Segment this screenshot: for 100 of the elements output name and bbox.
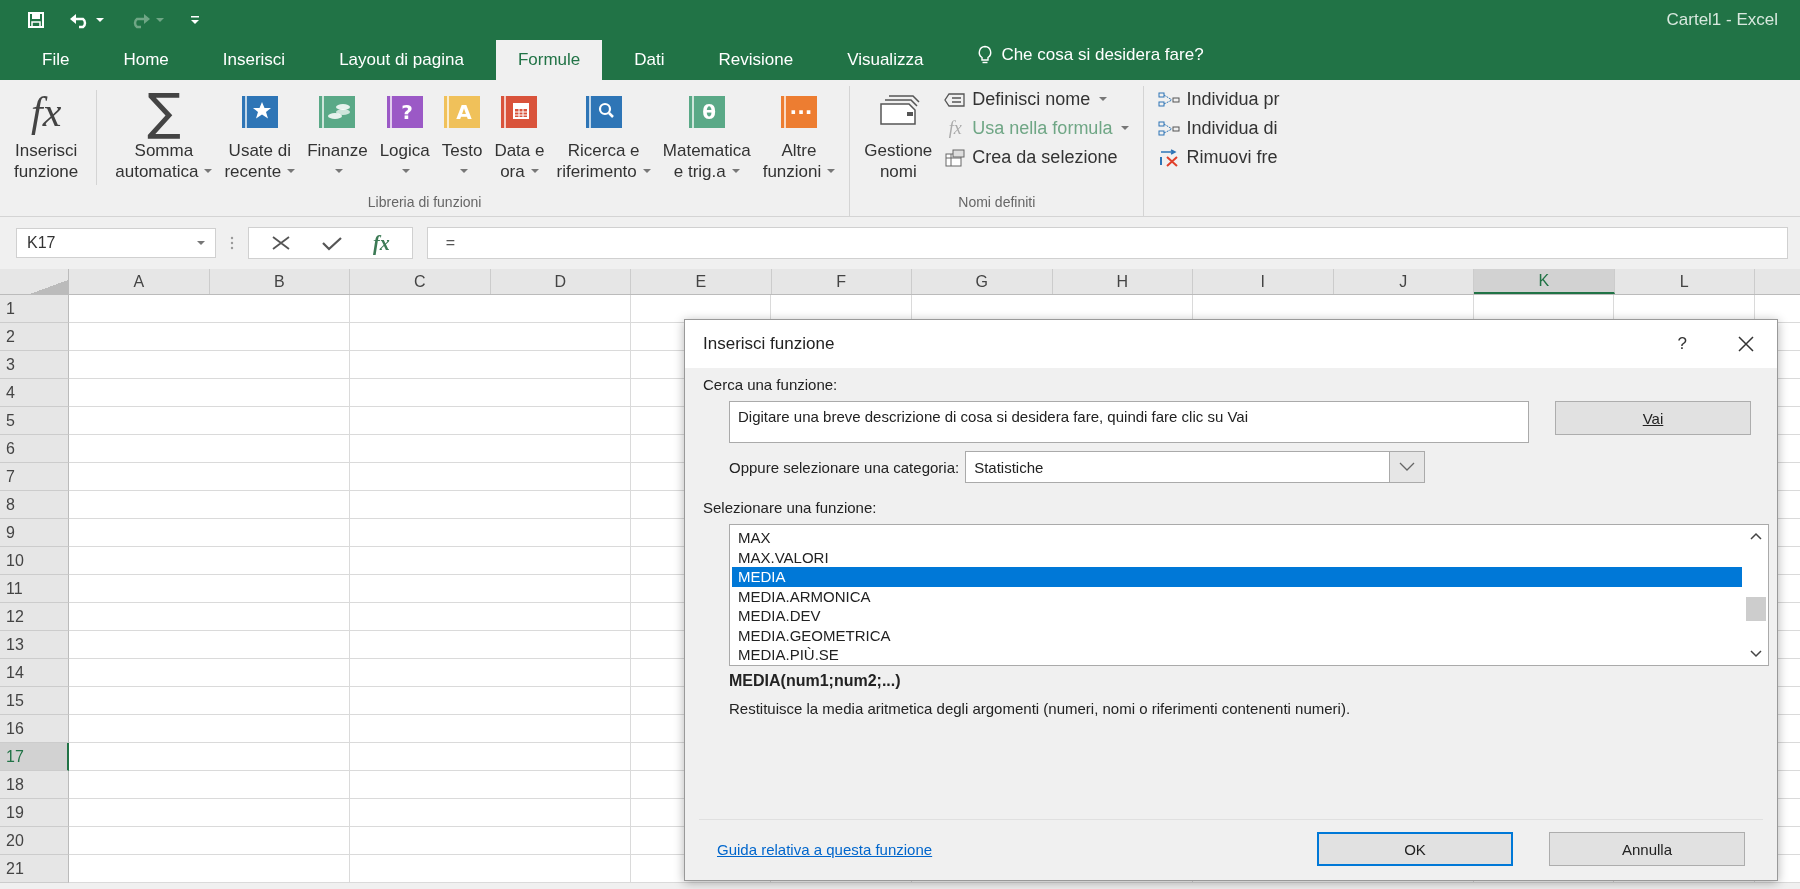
column-header[interactable]: G <box>912 269 1053 294</box>
column-header[interactable]: I <box>1193 269 1334 294</box>
ribbon-tab[interactable]: Dati <box>612 40 687 80</box>
row-header[interactable]: 11 <box>0 575 69 603</box>
ribbon-button[interactable]: Rimuovi fre <box>1152 144 1286 171</box>
ribbon-button[interactable]: Gestione nomi <box>858 86 939 184</box>
book-icon: A <box>442 95 483 129</box>
row-header[interactable]: 12 <box>0 603 69 631</box>
ribbon-button[interactable]: Data e ora <box>488 86 551 184</box>
column-header[interactable]: K <box>1474 269 1615 294</box>
ribbon-button[interactable]: Finanze <box>301 86 374 184</box>
row-header[interactable]: 10 <box>0 547 69 575</box>
ribbon-button[interactable]: A Testo <box>435 86 489 184</box>
scroll-thumb[interactable] <box>1746 597 1766 621</box>
row-header[interactable]: 21 <box>0 855 69 883</box>
ribbon-button[interactable]: θ Matematica e trig.a <box>656 86 757 184</box>
ribbon-button[interactable]: fx Inserisci funzione <box>8 86 85 184</box>
help-link[interactable]: Guida relativa a questa funzione <box>717 840 933 858</box>
ribbon-tab[interactable]: Home <box>101 40 191 80</box>
function-item[interactable]: MAX <box>732 528 1742 548</box>
row-header[interactable]: 1 <box>0 295 69 323</box>
ribbon-tab[interactable]: Revisione <box>696 40 816 80</box>
function-item[interactable]: MEDIA.ARMONICA <box>732 586 1742 606</box>
function-item[interactable]: MEDIA.DEV <box>732 606 1742 626</box>
column-header[interactable]: D <box>490 269 631 294</box>
ribbon-button[interactable]: Individua di <box>1152 115 1286 142</box>
column-header[interactable]: H <box>1052 269 1193 294</box>
book-icon: ? <box>384 95 425 129</box>
column-header[interactable]: A <box>69 269 210 294</box>
row-header[interactable]: 14 <box>0 659 69 687</box>
search-field[interactable]: Digitare una breve descrizione di cosa si desidera fare, quindi fare clic su Vai <box>729 401 1529 443</box>
table-icon <box>944 148 967 167</box>
row-header[interactable]: 4 <box>0 379 69 407</box>
caret-icon <box>827 169 836 174</box>
ribbon-button[interactable]: ··· Altre funzioni <box>756 86 842 184</box>
caret-icon <box>334 169 343 174</box>
row-header[interactable]: 3 <box>0 351 69 379</box>
row-header[interactable]: 20 <box>0 827 69 855</box>
row-header[interactable]: 19 <box>0 799 69 827</box>
category-label: Oppure selezionare una categoria: <box>729 458 960 476</box>
tell-me-search[interactable]: Che cosa si desidera fare? <box>955 40 1204 80</box>
insert-function-button[interactable]: fx <box>373 231 390 255</box>
go-button[interactable]: Vai <box>1555 401 1751 435</box>
ribbon-button[interactable]: Ricerca e riferimento <box>550 86 657 184</box>
save-icon[interactable] <box>27 10 45 29</box>
caret-icon <box>459 169 468 174</box>
ribbon-tab[interactable]: Visualizza <box>825 40 946 80</box>
ribbon-button[interactable]: Individua pr <box>1152 86 1286 113</box>
function-item[interactable]: MAX.VALORI <box>732 547 1742 567</box>
ribbon-button[interactable]: Definisci nome <box>938 86 1136 113</box>
caret-icon <box>204 169 213 174</box>
check-icon[interactable] <box>321 235 343 251</box>
row-header[interactable]: 18 <box>0 771 69 799</box>
caret-icon[interactable] <box>95 16 105 23</box>
dialog-button[interactable]: Annulla <box>1549 832 1745 866</box>
column-header[interactable]: L <box>1614 269 1755 294</box>
row-header[interactable]: 8 <box>0 491 69 519</box>
row-header[interactable]: 2 <box>0 323 69 351</box>
column-header[interactable]: B <box>209 269 350 294</box>
search-label: Cerca una funzione: <box>703 376 839 393</box>
caret-icon <box>1121 126 1130 131</box>
cancel-icon[interactable] <box>271 235 291 251</box>
ribbon-button[interactable]: ∑ Somma automatica <box>109 86 219 184</box>
row-header[interactable]: 6 <box>0 435 69 463</box>
caret-icon <box>287 169 296 174</box>
book-icon: θ <box>686 95 727 129</box>
scroll-down-icon[interactable] <box>1749 649 1763 659</box>
row-header[interactable]: 5 <box>0 407 69 435</box>
ribbon-button[interactable]: Usate di recente <box>218 86 302 184</box>
caret-icon <box>530 169 539 174</box>
column-header[interactable]: F <box>771 269 912 294</box>
row-header[interactable]: 15 <box>0 687 69 715</box>
column-header[interactable]: E <box>631 269 772 294</box>
row-header[interactable]: 16 <box>0 715 69 743</box>
close-icon[interactable] <box>1737 335 1755 353</box>
row-header[interactable]: 17 <box>0 743 69 771</box>
ribbon-tab[interactable]: Layout di pagina <box>317 40 486 80</box>
scroll-up-icon[interactable] <box>1749 531 1763 541</box>
dialog-button[interactable]: OK <box>1317 832 1513 866</box>
name-box[interactable]: K17 <box>16 228 216 258</box>
column-header[interactable]: C <box>350 269 491 294</box>
ribbon-button[interactable]: ? Logica <box>373 86 436 184</box>
row-header[interactable]: 13 <box>0 631 69 659</box>
function-list-label: Selezionare una funzione: <box>703 499 878 516</box>
ribbon-button[interactable]: Crea da selezione <box>938 144 1136 171</box>
help-button[interactable]: ? <box>1667 330 1697 358</box>
formula-field[interactable]: = <box>426 227 1788 259</box>
ribbon-tab[interactable]: Formule <box>495 40 603 80</box>
row-header[interactable]: 9 <box>0 519 69 547</box>
group-label: Nomi definiti <box>957 194 1037 212</box>
function-item[interactable]: MEDIA.GEOMETRICA <box>732 625 1742 645</box>
category-dropdown[interactable]: Statistiche <box>965 451 1426 483</box>
ribbon-tab[interactable]: File <box>20 40 92 80</box>
dialog-title: Inserisci funzione <box>703 334 835 354</box>
function-description: Restituisce la media aritmetica degli argomenti (numeri, nomi o riferimenti contenenti numeri). <box>729 700 1352 717</box>
ribbon-tab[interactable]: Inserisci <box>200 40 308 80</box>
function-item[interactable]: MEDIA.PIÙ.SE <box>732 645 1742 665</box>
function-item[interactable]: MEDIA <box>732 567 1742 587</box>
row-header[interactable]: 7 <box>0 463 69 491</box>
name-tag-icon <box>944 91 967 108</box>
